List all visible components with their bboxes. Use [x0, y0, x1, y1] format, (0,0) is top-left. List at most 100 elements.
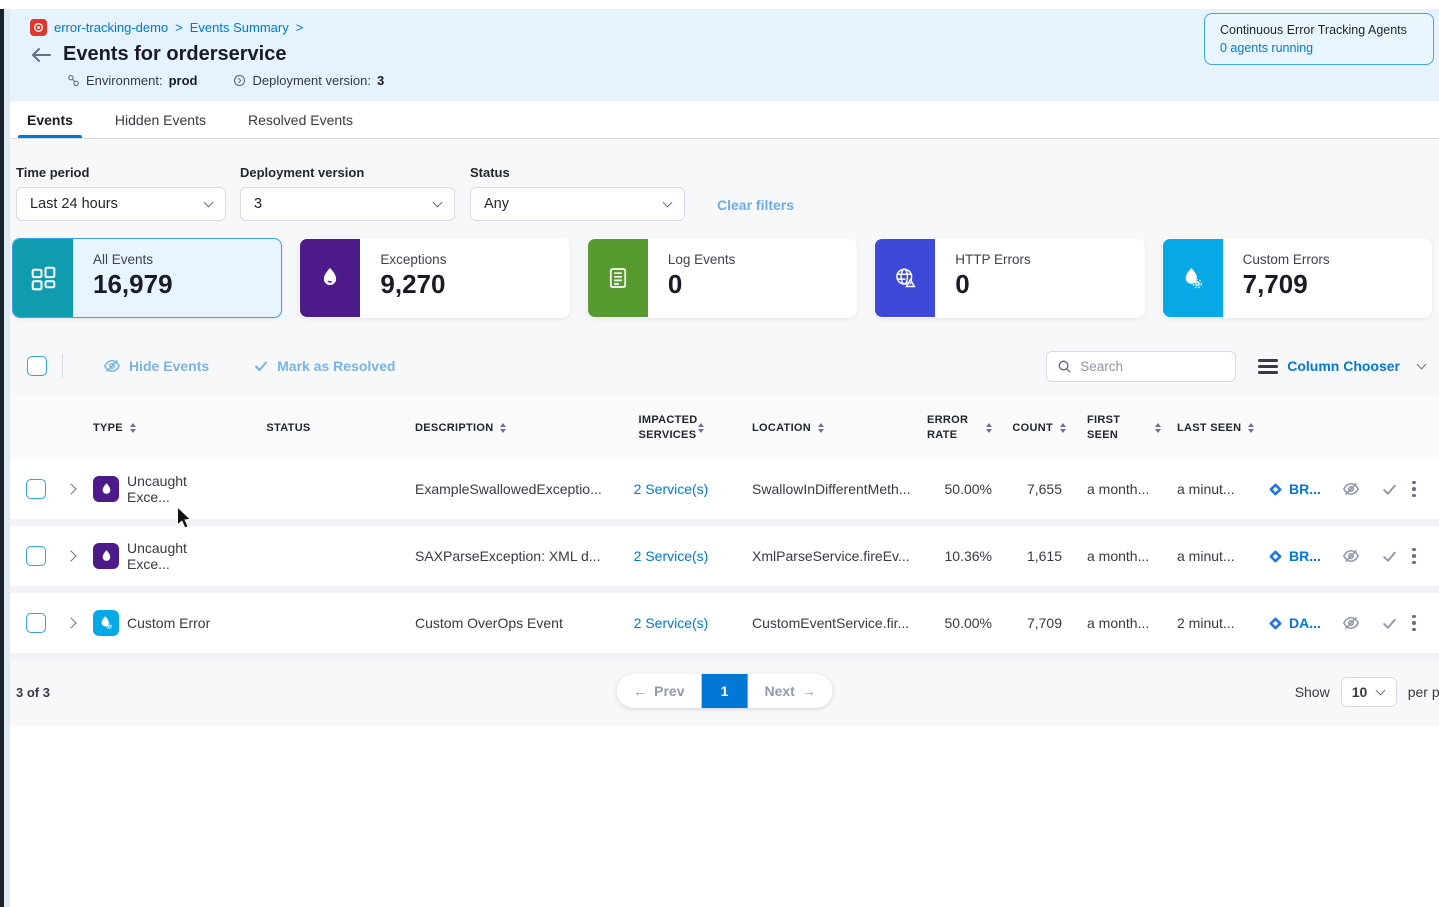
first-seen-cell: a month...	[1066, 615, 1161, 631]
column-chooser-button[interactable]: Column Chooser	[1258, 358, 1425, 374]
row-checkbox[interactable]	[26, 479, 46, 499]
hamburger-icon	[1258, 359, 1278, 374]
impacted-services-link[interactable]: 2 Service(s)	[634, 548, 709, 564]
resolve-check-icon[interactable]	[1381, 615, 1400, 632]
deployment-version-filter: Deployment version 3	[240, 165, 455, 221]
work-item-diamond-icon	[1268, 549, 1283, 564]
card-log-events[interactable]: Log Events 0	[587, 238, 857, 318]
time-period-select[interactable]: Last 24 hours	[16, 187, 226, 221]
page-size-select[interactable]: 10	[1341, 677, 1397, 707]
card-exceptions[interactable]: Exceptions 9,270	[299, 238, 569, 318]
column-header-last-seen[interactable]: LAST SEEN	[1161, 421, 1256, 436]
mark-resolved-button[interactable]: Mark as Resolved	[253, 358, 395, 374]
column-header-impacted-services[interactable]: IMPACTED SERVICES	[616, 413, 726, 443]
column-chooser-label: Column Chooser	[1287, 358, 1400, 374]
toolbar-divider	[62, 354, 63, 378]
eye-off-icon	[103, 357, 121, 375]
row-checkbox[interactable]	[26, 546, 46, 566]
breadcrumb-project[interactable]: error-tracking-demo	[54, 20, 168, 35]
impacted-services-link[interactable]: 2 Service(s)	[634, 481, 709, 497]
column-header-first-seen[interactable]: FIRST SEEN	[1066, 413, 1161, 443]
expand-row-icon[interactable]	[65, 550, 76, 561]
filters: Time period Last 24 hours Deployment ver…	[10, 165, 1439, 221]
column-header-location[interactable]: LOCATION	[726, 421, 911, 436]
type-cell: Custom Error	[86, 610, 231, 636]
status-label: Status	[470, 165, 685, 180]
hide-event-eye-off-icon[interactable]	[1342, 480, 1366, 498]
column-header-description[interactable]: DESCRIPTION	[346, 421, 616, 436]
breadcrumb-events-summary[interactable]: Events Summary	[190, 20, 289, 35]
breadcrumb-separator: >	[296, 20, 304, 35]
location-cell: XmlParseService.fireEv...	[726, 548, 911, 564]
tab-resolved-events[interactable]: Resolved Events	[239, 101, 362, 138]
environment-meta: Environment: prod	[67, 73, 197, 88]
location-cell: SwallowInDifferentMeth...	[726, 481, 911, 497]
globe-error-icon	[875, 239, 935, 317]
row-menu-kebab-icon[interactable]	[1412, 615, 1416, 632]
row-checkbox[interactable]	[26, 613, 46, 633]
prev-page-button[interactable]: ← Prev	[616, 674, 701, 708]
status-select[interactable]: Any	[470, 187, 685, 221]
sort-icon	[130, 423, 136, 433]
type-label: Uncaught Exce...	[127, 473, 231, 505]
deployment-version-select[interactable]: 3	[240, 187, 455, 221]
hide-events-button[interactable]: Hide Events	[103, 357, 209, 375]
clear-filters-button[interactable]: Clear filters	[717, 197, 794, 213]
chevron-down-icon	[1376, 686, 1386, 696]
table-header-row: TYPE STATUS DESCRIPTION IMPACTED SERVICE…	[10, 397, 1439, 459]
expand-row-icon[interactable]	[65, 617, 76, 628]
arrow-right-icon: →	[802, 683, 816, 699]
card-value: 16,979	[93, 269, 173, 300]
table-row: Uncaught Exce... SAXParseException: XML …	[10, 526, 1439, 593]
card-http-errors[interactable]: HTTP Errors 0	[874, 238, 1144, 318]
search-box	[1046, 351, 1236, 382]
description-cell: SAXParseException: XML d...	[346, 548, 616, 564]
card-custom-errors[interactable]: Custom Errors 7,709	[1162, 238, 1432, 318]
card-label: Custom Errors	[1243, 252, 1330, 267]
chevron-down-icon	[433, 198, 443, 208]
column-header-error-rate[interactable]: ERROR RATE	[911, 413, 996, 443]
first-seen-cell: a month...	[1066, 481, 1161, 497]
module-icon	[30, 19, 47, 36]
pagination-pill: ← Prev 1 Next →	[616, 674, 833, 708]
back-arrow-icon[interactable]	[30, 47, 52, 63]
description-cell: ExampleSwallowedExceptio...	[346, 481, 616, 497]
impacted-services-link[interactable]: 2 Service(s)	[634, 615, 709, 631]
expand-row-icon[interactable]	[65, 483, 76, 494]
time-period-value: Last 24 hours	[30, 196, 118, 212]
column-header-type[interactable]: TYPE	[86, 421, 231, 436]
card-all-events[interactable]: All Events 16,979	[12, 238, 282, 318]
resolve-check-icon[interactable]	[1381, 548, 1400, 565]
count-cell: 1,615	[996, 548, 1066, 564]
search-input[interactable]	[1080, 359, 1225, 374]
hide-event-eye-off-icon[interactable]	[1342, 547, 1366, 565]
work-item-diamond-icon	[1268, 616, 1283, 631]
location-cell: CustomEventService.fir...	[726, 615, 911, 631]
check-icon	[253, 358, 269, 374]
deployment-label: Deployment version:	[252, 73, 371, 88]
deployment-value: 3	[377, 73, 384, 88]
chevron-down-icon	[204, 198, 214, 208]
hide-event-eye-off-icon[interactable]	[1342, 614, 1366, 632]
row-menu-kebab-icon[interactable]	[1412, 548, 1416, 565]
table-row: Custom Error Custom OverOps Event 2 Serv…	[10, 593, 1439, 660]
card-label: Exceptions	[380, 252, 446, 267]
tab-hidden-events[interactable]: Hidden Events	[106, 101, 215, 138]
exception-flame-icon	[93, 543, 119, 569]
select-all-checkbox[interactable]	[27, 356, 47, 376]
column-header-count[interactable]: COUNT	[996, 421, 1066, 436]
work-item-diamond-icon	[1268, 482, 1283, 497]
resolve-check-icon[interactable]	[1381, 481, 1400, 498]
row-menu-kebab-icon[interactable]	[1412, 481, 1416, 498]
log-icon	[588, 239, 648, 317]
page-number-button[interactable]: 1	[702, 674, 748, 708]
tab-events[interactable]: Events	[18, 101, 82, 138]
table-toolbar: Hide Events Mark as Resolved Column Choo…	[10, 349, 1439, 383]
hide-events-label: Hide Events	[129, 358, 209, 374]
next-page-button[interactable]: Next →	[748, 674, 833, 708]
last-seen-cell: 2 minut...	[1161, 615, 1256, 631]
exception-flame-icon	[93, 476, 119, 502]
per-page-label: per page	[1408, 684, 1439, 700]
arrow-left-icon: ←	[633, 683, 647, 699]
agents-running-link[interactable]: 0 agents running	[1220, 41, 1418, 55]
